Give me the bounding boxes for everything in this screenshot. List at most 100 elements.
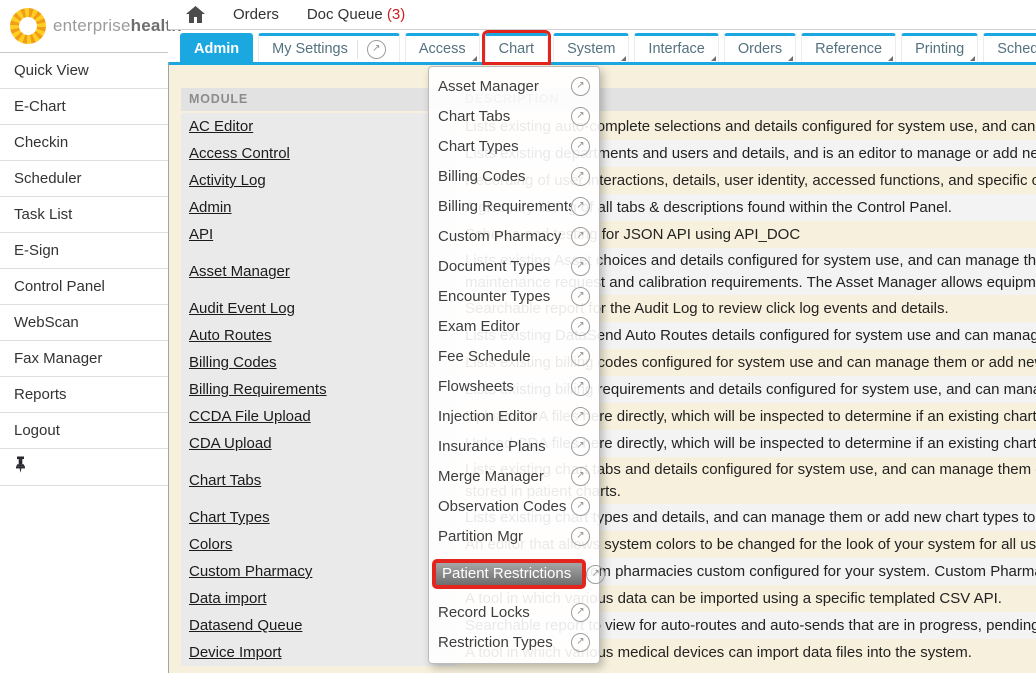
open-new-window-icon[interactable]: ↗ <box>571 497 590 516</box>
open-new-window-icon[interactable]: ↗ <box>571 467 590 486</box>
module-link-access-control[interactable]: Access Control <box>189 145 290 162</box>
open-new-window-icon[interactable]: ↗ <box>571 437 590 456</box>
menu-item-fee-schedule[interactable]: Fee Schedule↗ <box>429 341 599 371</box>
menu-item-merge-manager[interactable]: Merge Manager↗ <box>429 461 599 491</box>
menu-item-label: Flowsheets <box>438 378 514 395</box>
module-cell: API <box>181 221 457 248</box>
sidebar-item-e-sign[interactable]: E-Sign <box>0 233 168 269</box>
open-new-window-icon[interactable]: ↗ <box>571 377 590 396</box>
module-cell: Activity Log <box>181 167 457 194</box>
module-link-chart-types[interactable]: Chart Types <box>189 509 270 526</box>
tab-admin[interactable]: Admin <box>180 33 253 62</box>
sidebar-item-checkin[interactable]: Checkin <box>0 125 168 161</box>
sidebar-pin-row[interactable] <box>0 449 168 486</box>
home-icon[interactable] <box>186 6 205 23</box>
open-new-window-icon[interactable]: ↗ <box>571 257 590 276</box>
tab-reference[interactable]: Reference <box>801 33 896 62</box>
open-new-window-icon[interactable]: ↗ <box>571 77 590 96</box>
open-new-window-icon[interactable]: ↗ <box>571 407 590 426</box>
table-row: Access ControlLists existing departments… <box>181 140 1036 167</box>
open-new-window-icon[interactable]: ↗ <box>571 137 590 156</box>
menu-item-exam-editor[interactable]: Exam Editor↗ <box>429 311 599 341</box>
menu-item-document-types[interactable]: Document Types↗ <box>429 251 599 281</box>
sidebar-item-webscan[interactable]: WebScan <box>0 305 168 341</box>
open-new-window-icon[interactable]: ↗ <box>586 565 605 584</box>
pin-icon[interactable] <box>14 456 27 478</box>
module-link-device-import[interactable]: Device Import <box>189 644 282 661</box>
module-link-admin[interactable]: Admin <box>189 199 232 216</box>
module-link-ccda-file-upload[interactable]: CCDA File Upload <box>189 408 311 425</box>
menu-item-patient-restrictions[interactable]: Patient Restrictions↗ <box>429 554 599 594</box>
module-link-api[interactable]: API <box>189 226 213 243</box>
menu-item-partition-mgr[interactable]: Partition Mgr↗ <box>429 521 599 551</box>
open-new-window-icon[interactable]: ↗ <box>571 227 590 246</box>
chart-dropdown-menu: Asset Manager↗Chart Tabs↗Chart Types↗Bil… <box>428 66 600 664</box>
module-link-billing-requirements[interactable]: Billing Requirements <box>189 381 327 398</box>
open-new-window-icon[interactable]: ↗ <box>571 347 590 366</box>
tab-scheduling[interactable]: Scheduling <box>983 33 1036 62</box>
table-row: Billing RequirementsLists existing billi… <box>181 376 1036 403</box>
menu-item-label: Insurance Plans <box>438 438 546 455</box>
module-link-activity-log[interactable]: Activity Log <box>189 172 266 189</box>
brand-logo-area: enterprisehealth <box>0 0 168 53</box>
tab-icon-slot: ↗ <box>357 40 386 59</box>
sidebar-item-control-panel[interactable]: Control Panel <box>0 269 168 305</box>
module-link-billing-codes[interactable]: Billing Codes <box>189 354 277 371</box>
tab-label: Admin <box>194 41 239 57</box>
menu-item-billing-codes[interactable]: Billing Codes↗ <box>429 161 599 191</box>
open-new-window-icon[interactable]: ↗ <box>571 603 590 622</box>
tab-system[interactable]: System <box>553 33 629 62</box>
sidebar-item-scheduler[interactable]: Scheduler <box>0 161 168 197</box>
module-link-datasend-queue[interactable]: Datasend Queue <box>189 617 302 634</box>
module-link-ac-editor[interactable]: AC Editor <box>189 118 253 135</box>
open-new-window-icon[interactable]: ↗ <box>571 287 590 306</box>
menu-item-insurance-plans[interactable]: Insurance Plans ↗ <box>429 431 599 461</box>
open-new-window-icon[interactable]: ↗ <box>571 527 590 546</box>
sidebar-item-quick-view[interactable]: Quick View <box>0 53 168 89</box>
open-new-window-icon[interactable]: ↗ <box>571 107 590 126</box>
sidebar-item-logout[interactable]: Logout <box>0 413 168 449</box>
tab-chart[interactable]: Chart <box>485 33 548 62</box>
dropdown-fold-indicator <box>888 56 893 61</box>
tab-orders[interactable]: Orders <box>724 33 796 62</box>
open-new-window-icon[interactable]: ↗ <box>571 167 590 186</box>
sidebar-item-task-list[interactable]: Task List <box>0 197 168 233</box>
doc-queue-label: Doc Queue <box>307 6 383 23</box>
tab-my-settings[interactable]: My Settings↗ <box>258 33 400 62</box>
menu-item-restriction-types[interactable]: Restriction Types↗ <box>429 627 599 657</box>
menu-item-asset-manager[interactable]: Asset Manager↗ <box>429 71 599 101</box>
open-new-window-icon[interactable]: ↗ <box>367 40 386 59</box>
module-link-cda-upload[interactable]: CDA Upload <box>189 435 272 452</box>
tab-access[interactable]: Access <box>405 33 480 62</box>
sidebar-item-reports[interactable]: Reports <box>0 377 168 413</box>
tab-printing[interactable]: Printing <box>901 33 978 62</box>
module-link-audit-event-log[interactable]: Audit Event Log <box>189 300 295 317</box>
module-link-asset-manager[interactable]: Asset Manager <box>189 263 290 280</box>
open-new-window-icon[interactable]: ↗ <box>571 317 590 336</box>
module-link-custom-pharmacy[interactable]: Custom Pharmacy <box>189 563 312 580</box>
nav-item-doc-queue[interactable]: Doc Queue (3) <box>307 6 405 23</box>
open-new-window-icon[interactable]: ↗ <box>571 197 590 216</box>
menu-item-billing-requirements[interactable]: Billing Requirements↗ <box>429 191 599 221</box>
menu-item-record-locks[interactable]: Record Locks↗ <box>429 597 599 627</box>
menu-item-observation-codes[interactable]: Observation Codes ↗ <box>429 491 599 521</box>
menu-item-label: Observation Codes <box>438 498 566 515</box>
module-link-colors[interactable]: Colors <box>189 536 232 553</box>
menu-item-encounter-types[interactable]: Encounter Types ↗ <box>429 281 599 311</box>
table-row: Chart TypesLists existing chart types an… <box>181 504 1036 531</box>
module-link-chart-tabs[interactable]: Chart Tabs <box>189 472 261 489</box>
menu-item-label: Encounter Types <box>438 288 550 305</box>
tab-interface[interactable]: Interface <box>634 33 718 62</box>
menu-item-custom-pharmacy[interactable]: Custom Pharmacy↗ <box>429 221 599 251</box>
nav-item-orders[interactable]: Orders <box>233 6 279 23</box>
module-link-data-import[interactable]: Data import <box>189 590 267 607</box>
menu-item-injection-editor[interactable]: Injection Editor↗ <box>429 401 599 431</box>
sidebar-item-fax-manager[interactable]: Fax Manager <box>0 341 168 377</box>
sidebar-item-e-chart[interactable]: E-Chart <box>0 89 168 125</box>
menu-item-chart-tabs[interactable]: Chart Tabs↗ <box>429 101 599 131</box>
open-new-window-icon[interactable]: ↗ <box>571 633 590 652</box>
menu-item-flowsheets[interactable]: Flowsheets ↗ <box>429 371 599 401</box>
module-link-auto-routes[interactable]: Auto Routes <box>189 327 272 344</box>
menu-item-chart-types[interactable]: Chart Types↗ <box>429 131 599 161</box>
table-row: Device ImportA tool in which various med… <box>181 639 1036 666</box>
